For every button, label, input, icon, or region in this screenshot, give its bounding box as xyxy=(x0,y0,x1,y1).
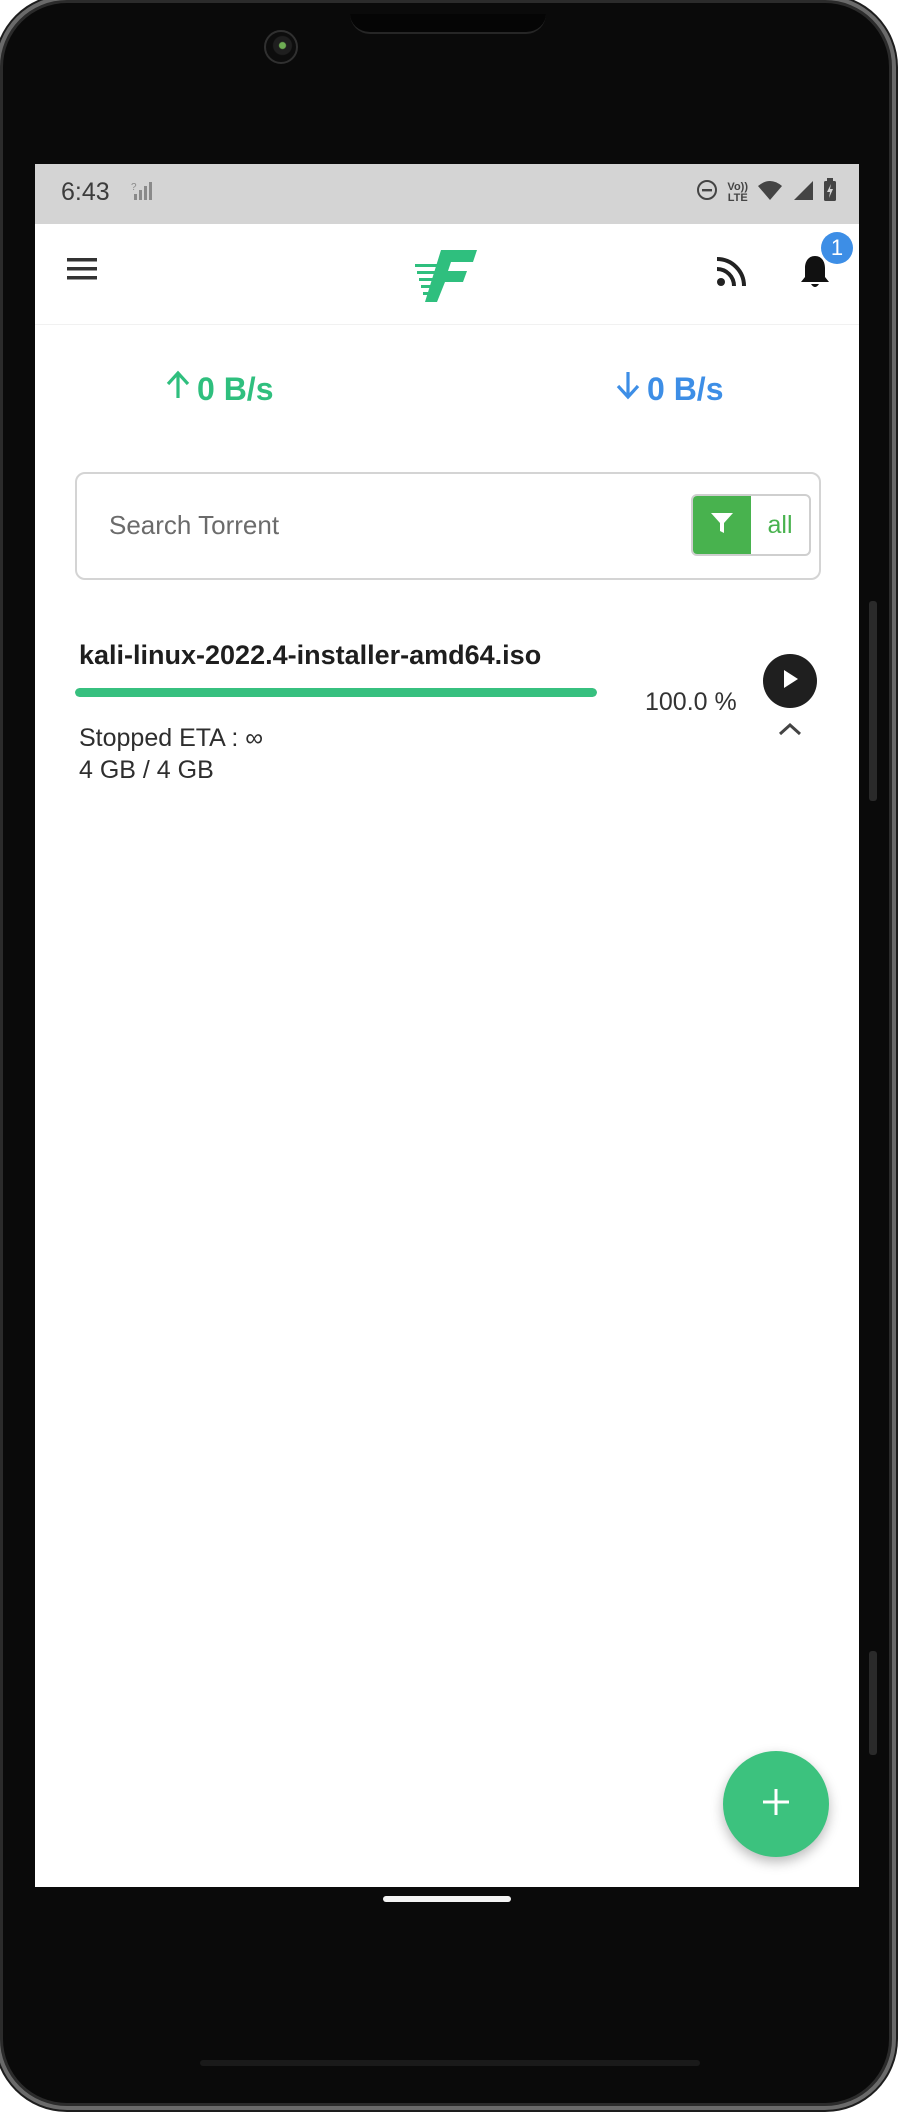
search-bar: all xyxy=(75,472,821,580)
arrow-up-icon xyxy=(163,370,193,408)
app-screen: 6:43 ? Vo)) LTE 1 0 B/s 0 B/s Search Tor… xyxy=(35,164,859,1887)
upload-speed-value: 0 B/s xyxy=(197,370,274,407)
bottom-bezel xyxy=(200,2060,700,2066)
rss-icon[interactable] xyxy=(715,256,747,293)
volte-indicator: Vo)) LTE xyxy=(727,181,748,204)
progress-percent: 100.0 % xyxy=(645,688,737,716)
progress-bar xyxy=(75,688,597,697)
filter-label: all xyxy=(767,511,793,539)
progress-fill xyxy=(75,688,597,697)
filter-button[interactable] xyxy=(693,496,751,554)
device-mockup: 6:43 ? Vo)) LTE 1 0 B/s 0 B/s Search Tor… xyxy=(0,0,911,2115)
filter-icon xyxy=(709,510,735,541)
search-input[interactable] xyxy=(107,502,671,548)
dnd-icon xyxy=(696,179,718,206)
chevron-up-icon[interactable] xyxy=(776,720,804,743)
play-icon xyxy=(779,667,801,696)
plus-icon xyxy=(759,1785,793,1824)
status-bar: 6:43 ? Vo)) LTE xyxy=(35,164,859,224)
status-icons: Vo)) LTE xyxy=(696,178,837,207)
torrent-name: kali-linux-2022.4-installer-amd64.iso xyxy=(79,640,542,670)
torrent-size: 4 GB / 4 GB xyxy=(79,756,214,784)
torrent-status: Stopped ETA : ∞ xyxy=(79,724,264,752)
arrow-down-icon xyxy=(613,370,643,408)
download-speed: 0 B/s xyxy=(613,370,723,408)
gesture-nav-bar[interactable] xyxy=(383,1896,511,1902)
battery-icon xyxy=(823,178,837,207)
power-button xyxy=(869,1651,877,1755)
filter-toggle[interactable]: all xyxy=(691,494,811,556)
status-time: 6:43 xyxy=(61,178,110,206)
notification-badge: 1 xyxy=(821,232,853,264)
torrent-item[interactable]: kali-linux-2022.4-installer-amd64.iso 10… xyxy=(35,624,859,804)
svg-text:?: ? xyxy=(131,182,137,193)
volte-bottom: LTE xyxy=(727,191,748,204)
add-torrent-button[interactable] xyxy=(723,1751,829,1857)
camera-notch xyxy=(350,14,546,34)
volume-button xyxy=(869,601,877,801)
cell-signal-icon xyxy=(792,179,814,206)
menu-icon[interactable] xyxy=(65,256,99,287)
no-signal-icon: ? xyxy=(131,180,155,207)
app-logo xyxy=(415,244,479,311)
app-bar: 1 xyxy=(35,224,859,325)
wifi-icon xyxy=(757,179,783,206)
upload-speed: 0 B/s xyxy=(163,370,273,408)
download-speed-value: 0 B/s xyxy=(647,370,724,407)
play-button[interactable] xyxy=(763,654,817,708)
front-camera xyxy=(264,30,298,64)
